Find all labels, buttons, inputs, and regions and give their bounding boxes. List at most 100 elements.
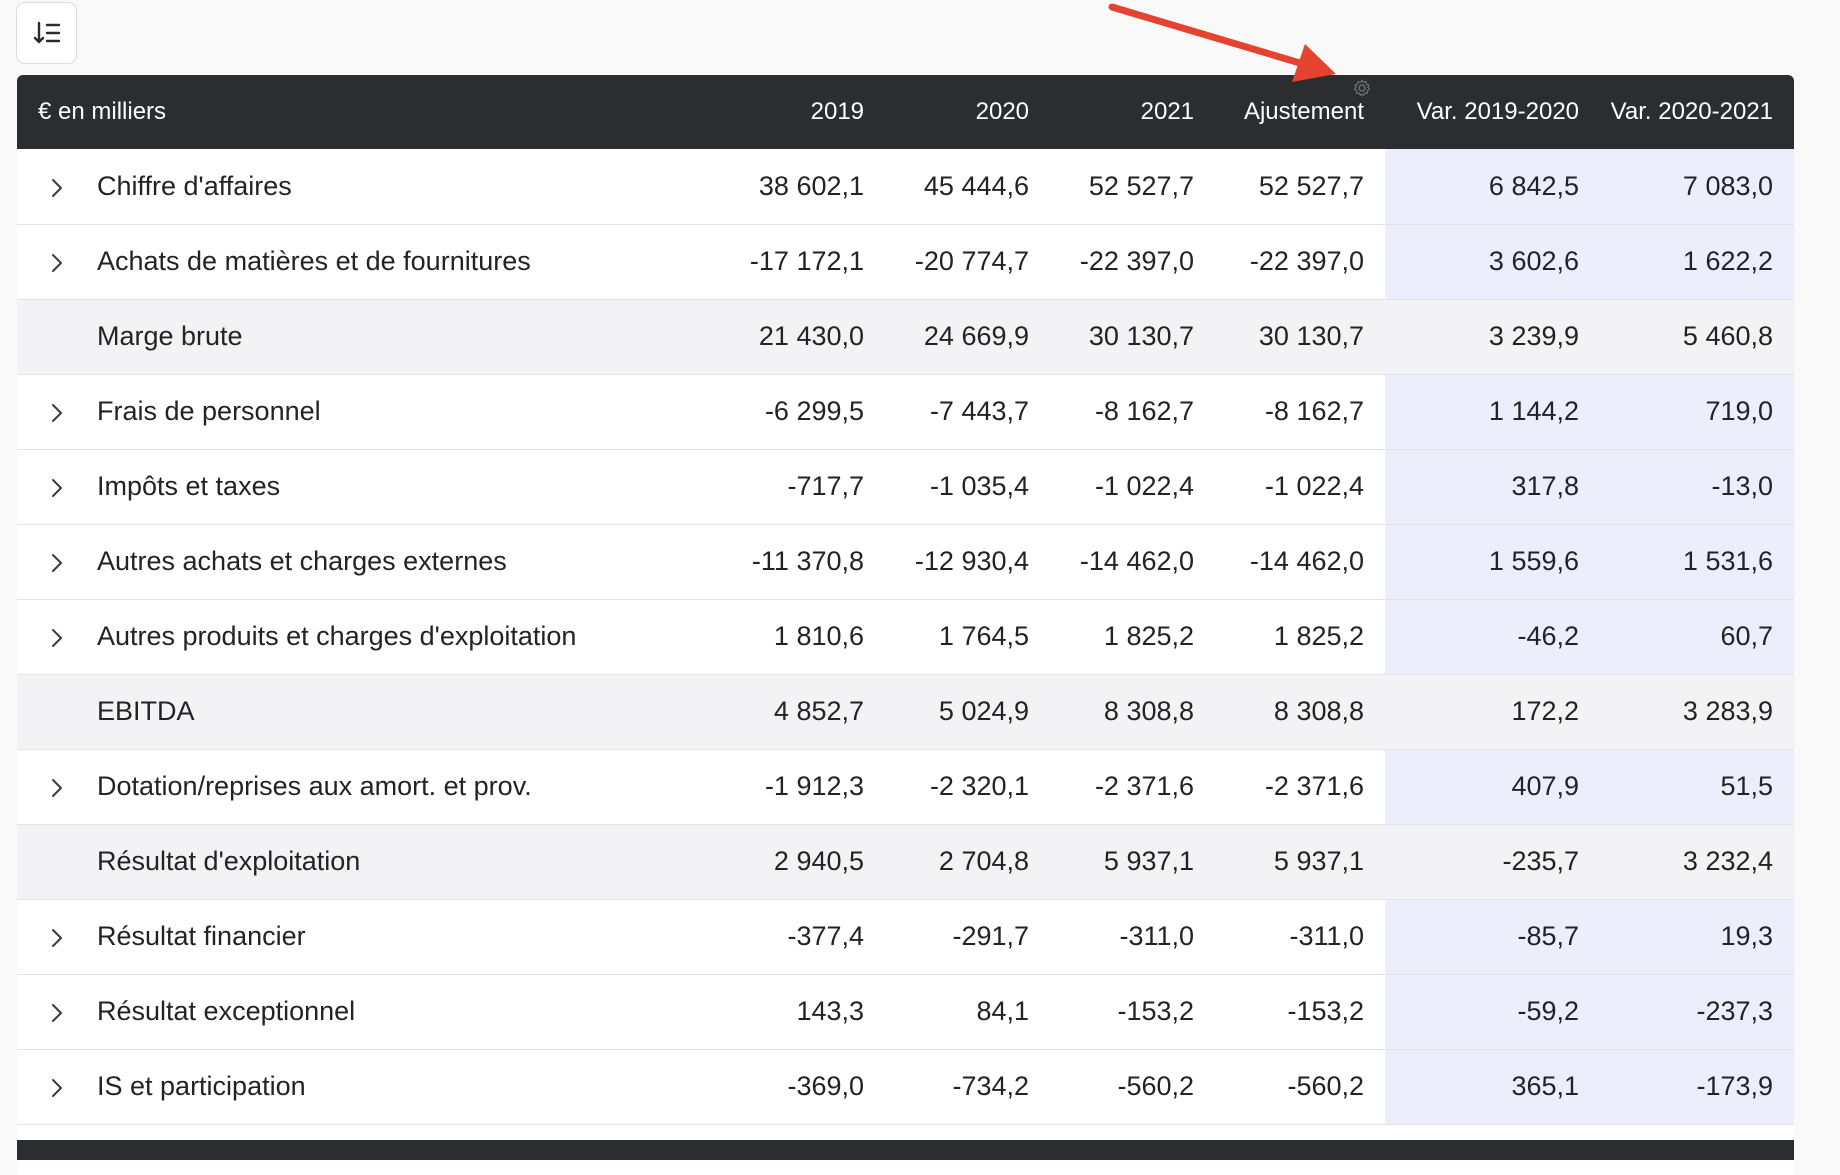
table-row[interactable]: Résultat exceptionnel 143,3 84,1 -153,2 -153…	[17, 974, 1794, 1050]
value-var-2020-2021: 1 622,2	[1600, 224, 1794, 300]
table-row[interactable]: Impôts et taxes -717,7 -1 035,4 -1 022,4 -1 …	[17, 449, 1794, 525]
value-var-2019-2020: -46,2	[1385, 599, 1601, 675]
value-2021: 30 130,7	[1050, 299, 1216, 375]
value-ajustement: -311,0	[1215, 899, 1386, 975]
header-2019[interactable]: 2019	[720, 75, 886, 149]
chevron-right-icon[interactable]	[50, 778, 64, 798]
value-ajustement: -560,2	[1215, 1049, 1386, 1125]
header-var-2019-2020[interactable]: Var. 2019-2020	[1385, 75, 1601, 149]
table-row[interactable]: Résultat financier -377,4 -291,7 -311,0 -311…	[17, 899, 1794, 975]
value-2020: -1 035,4	[885, 449, 1051, 525]
value-var-2020-2021: 7 083,0	[1600, 149, 1794, 225]
table-row[interactable]: Chiffre d'affaires 38 602,1 45 444,6 52 527…	[17, 149, 1794, 225]
value-2019: 2 940,5	[720, 824, 886, 900]
expand-cell[interactable]	[17, 224, 97, 300]
chevron-right-icon[interactable]	[50, 928, 64, 948]
expand-cell[interactable]	[17, 524, 97, 600]
value-var-2020-2021: -237,3	[1600, 974, 1794, 1050]
value-var-2020-2021: 60,7	[1600, 599, 1794, 675]
row-label: IS et participation	[97, 1049, 721, 1125]
value-2021: -22 397,0	[1050, 224, 1216, 300]
value-var-2020-2021: 719,0	[1600, 374, 1794, 450]
table-row[interactable]: Autres achats et charges externes -11 370…	[17, 524, 1794, 600]
row-label: Dotation/reprises aux amort. et prov.	[97, 749, 721, 825]
value-2021: -2 371,6	[1050, 749, 1216, 825]
value-var-2020-2021: 3 232,4	[1600, 824, 1794, 900]
value-ajustement: 5 937,1	[1215, 824, 1386, 900]
chevron-right-icon[interactable]	[50, 478, 64, 498]
expand-cell[interactable]	[17, 374, 97, 450]
value-2019: -717,7	[720, 449, 886, 525]
header-ajustement-label: Ajustement	[1243, 98, 1365, 125]
header-var-2020-2021[interactable]: Var. 2020-2021	[1600, 75, 1794, 149]
value-var-2019-2020: 1 144,2	[1385, 374, 1601, 450]
value-ajustement: -8 162,7	[1215, 374, 1386, 450]
value-ajustement: 1 825,2	[1215, 599, 1386, 675]
value-2020: -734,2	[885, 1049, 1051, 1125]
value-2020: 45 444,6	[885, 149, 1051, 225]
table-footer-bar	[17, 1140, 1794, 1160]
header-2020[interactable]: 2020	[885, 75, 1051, 149]
expand-cell[interactable]	[17, 599, 97, 675]
value-ajustement: -14 462,0	[1215, 524, 1386, 600]
value-ajustement: -22 397,0	[1215, 224, 1386, 300]
header-row: € en milliers 2019 2020 2021 Ajustement …	[17, 75, 1794, 149]
expand-cell[interactable]	[17, 899, 97, 975]
table-row[interactable]: Dotation/reprises aux amort. et prov. -1 …	[17, 749, 1794, 825]
value-var-2019-2020: 6 842,5	[1385, 149, 1601, 225]
chevron-right-icon[interactable]	[50, 253, 64, 273]
chevron-right-icon[interactable]	[50, 628, 64, 648]
value-2021: -1 022,4	[1050, 449, 1216, 525]
value-2019: -6 299,5	[720, 374, 886, 450]
value-2019: 1 810,6	[720, 599, 886, 675]
expand-cell[interactable]	[17, 974, 97, 1050]
row-label: Frais de personnel	[97, 374, 721, 450]
table-row[interactable]: Autres produits et charges d'exploitatio…	[17, 599, 1794, 675]
value-2020: 2 704,8	[885, 824, 1051, 900]
gear-icon[interactable]	[1352, 78, 1372, 98]
value-2019: 38 602,1	[720, 149, 886, 225]
header-ajustement[interactable]: Ajustement	[1215, 75, 1386, 149]
value-ajustement: 30 130,7	[1215, 299, 1386, 375]
value-2020: -12 930,4	[885, 524, 1051, 600]
table-row[interactable]: IS et participation -369,0 -734,2 -560,2 -56…	[17, 1049, 1794, 1125]
expand-cell	[17, 674, 97, 750]
table-row[interactable]: Frais de personnel -6 299,5 -7 443,7 -8 162…	[17, 374, 1794, 450]
header-label-column[interactable]: € en milliers	[17, 75, 721, 149]
value-2021: -8 162,7	[1050, 374, 1216, 450]
value-var-2019-2020: 407,9	[1385, 749, 1601, 825]
expand-cell[interactable]	[17, 749, 97, 825]
row-label: Impôts et taxes	[97, 449, 721, 525]
value-2020: 84,1	[885, 974, 1051, 1050]
expand-cell[interactable]	[17, 149, 97, 225]
table-row[interactable]: Achats de matières et de fournitures -17 …	[17, 224, 1794, 300]
income-statement-table: € en milliers 2019 2020 2021 Ajustement …	[17, 75, 1794, 1125]
row-label: Chiffre d'affaires	[97, 149, 721, 225]
chevron-right-icon[interactable]	[50, 1003, 64, 1023]
chevron-right-icon[interactable]	[50, 553, 64, 573]
row-label: Résultat financier	[97, 899, 721, 975]
expand-cell[interactable]	[17, 449, 97, 525]
value-2021: -14 462,0	[1050, 524, 1216, 600]
row-label: Autres produits et charges d'exploitatio…	[97, 599, 721, 675]
value-var-2019-2020: 3 239,9	[1385, 299, 1601, 375]
chevron-right-icon[interactable]	[50, 403, 64, 423]
row-label: Achats de matières et de fournitures	[97, 224, 721, 300]
value-2020: 5 024,9	[885, 674, 1051, 750]
chevron-right-icon[interactable]	[50, 1078, 64, 1098]
chevron-right-icon[interactable]	[50, 178, 64, 198]
value-2020: 24 669,9	[885, 299, 1051, 375]
expand-cell[interactable]	[17, 1049, 97, 1125]
value-var-2020-2021: 3 283,9	[1600, 674, 1794, 750]
value-var-2020-2021: 1 531,6	[1600, 524, 1794, 600]
sort-button[interactable]	[16, 2, 77, 64]
value-2021: -311,0	[1050, 899, 1216, 975]
value-2019: -1 912,3	[720, 749, 886, 825]
value-var-2019-2020: -59,2	[1385, 974, 1601, 1050]
value-var-2019-2020: 365,1	[1385, 1049, 1601, 1125]
header-2021[interactable]: 2021	[1050, 75, 1216, 149]
expand-cell	[17, 299, 97, 375]
row-label: Résultat exceptionnel	[97, 974, 721, 1050]
value-2019: -17 172,1	[720, 224, 886, 300]
value-2021: -153,2	[1050, 974, 1216, 1050]
